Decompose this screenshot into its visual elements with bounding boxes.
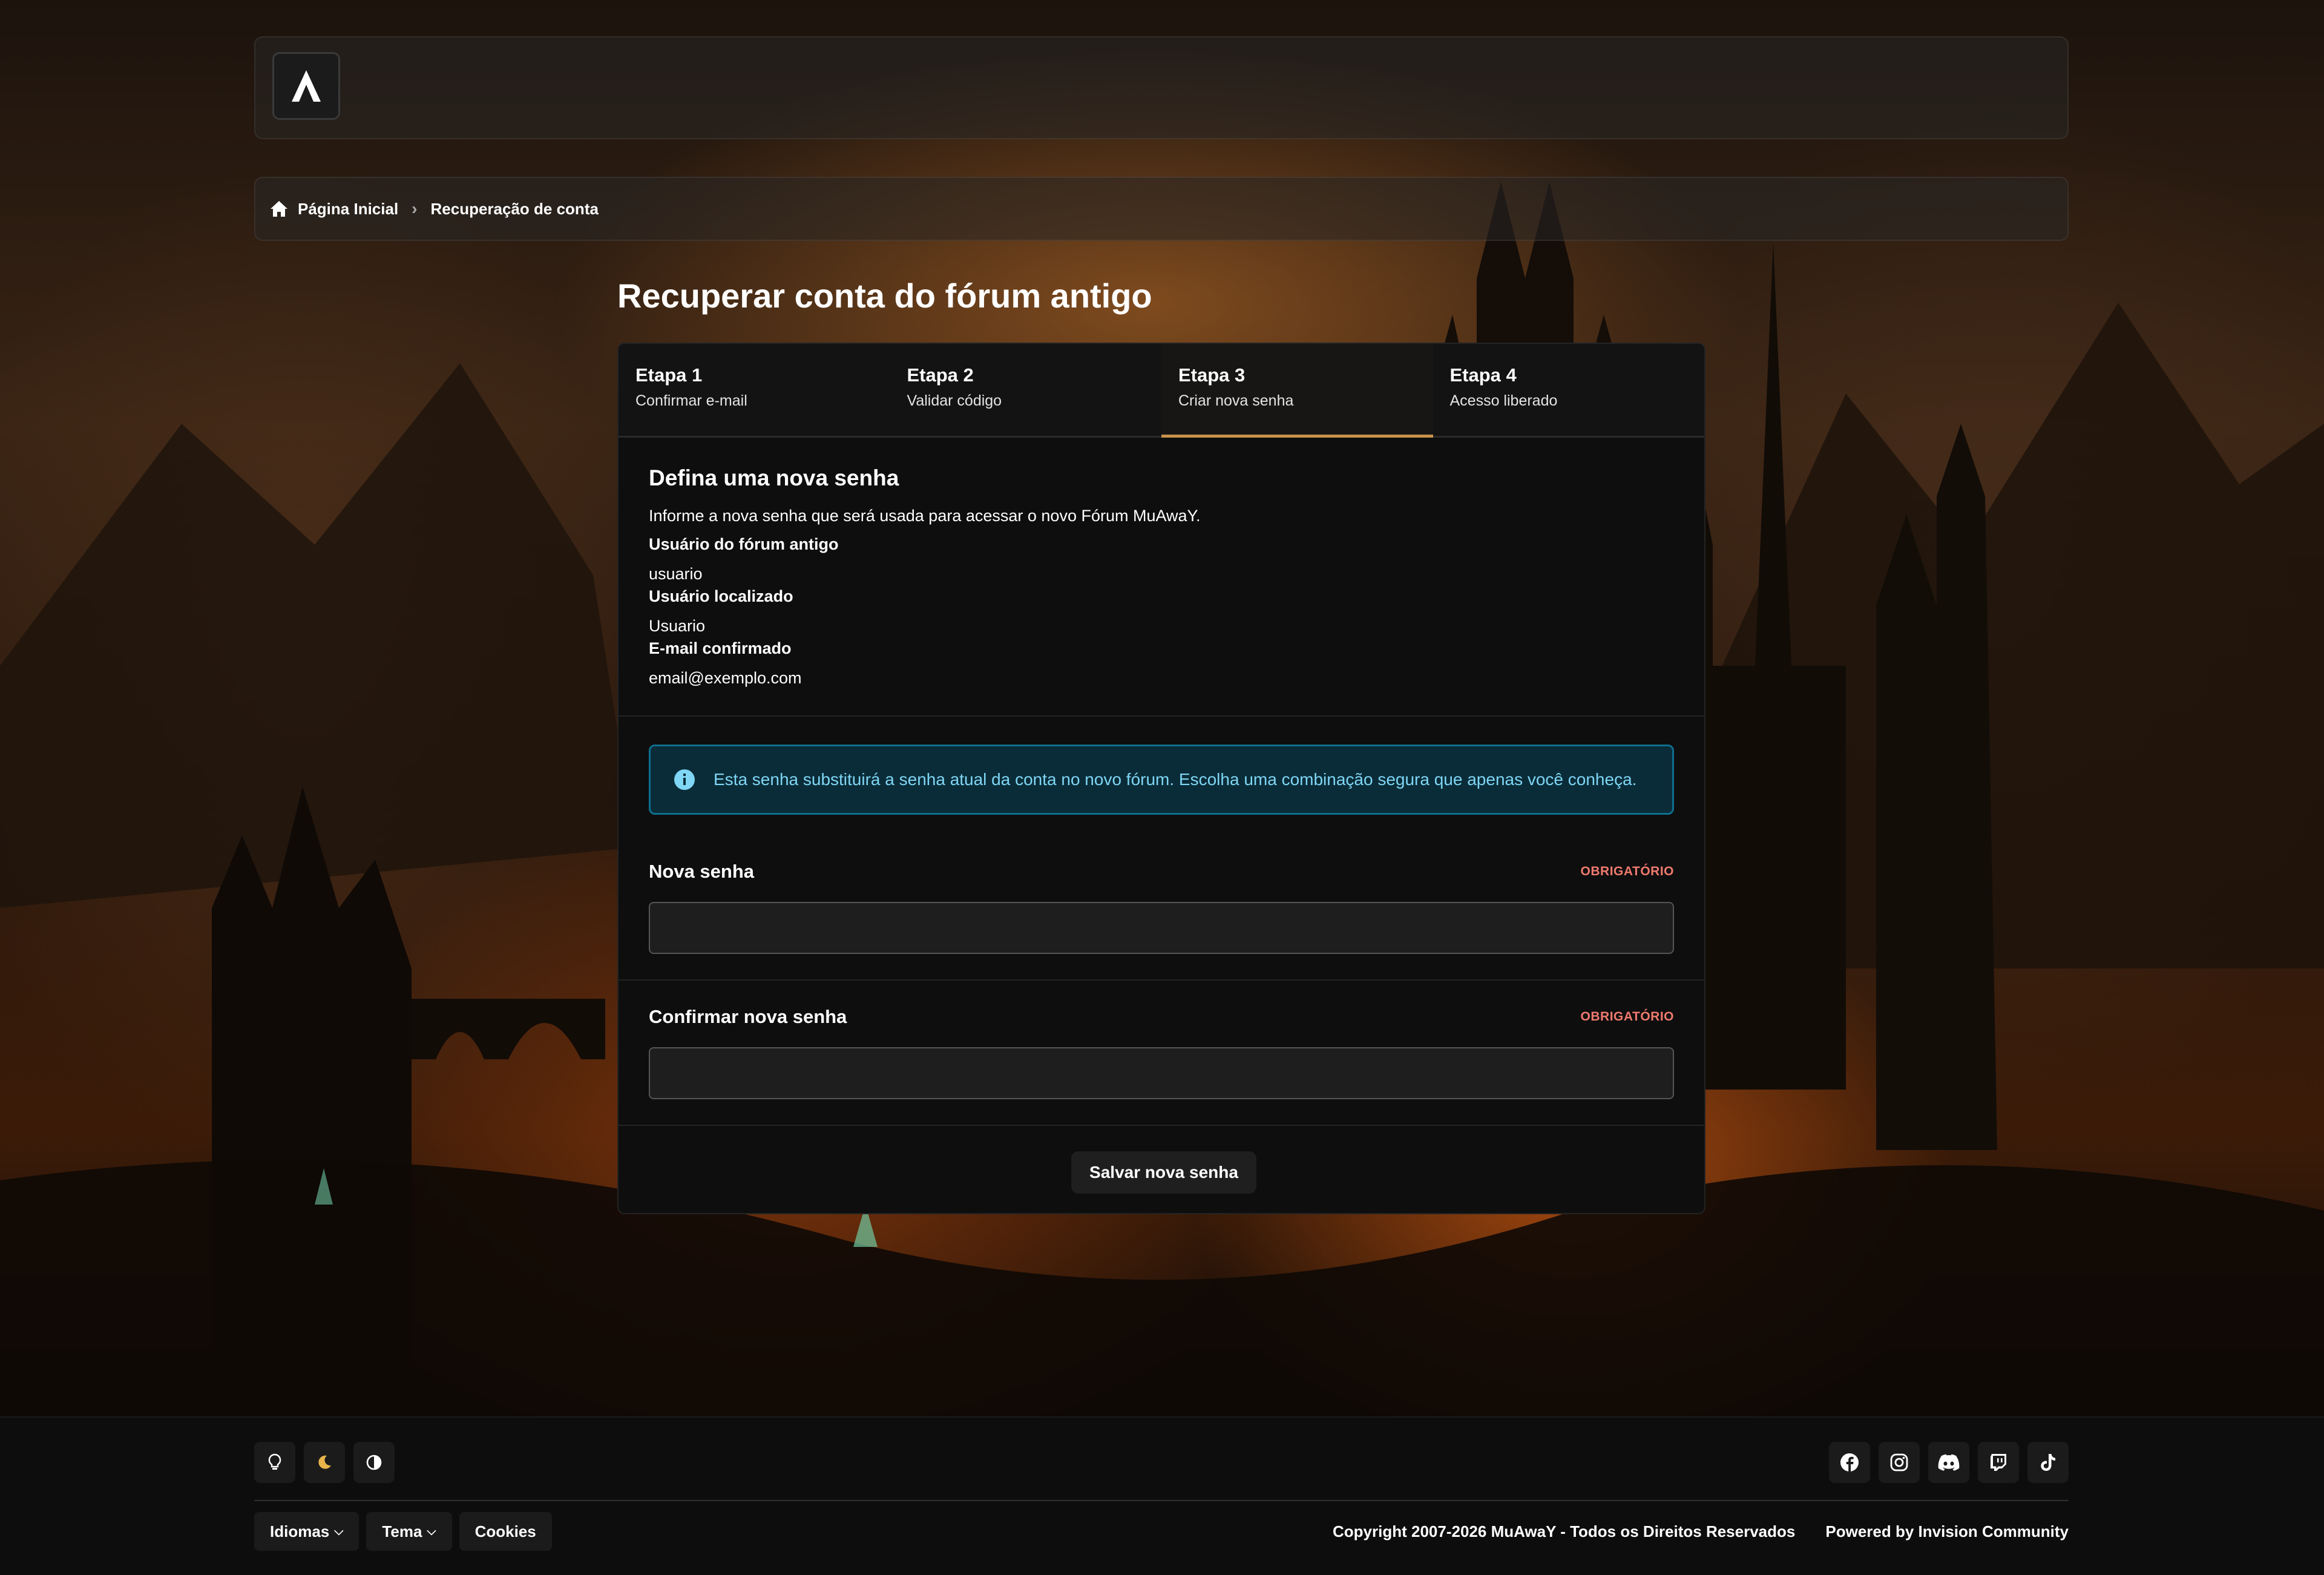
confirm-password-label: Confirmar nova senha (649, 1006, 847, 1027)
confirm-password-input[interactable] (649, 1047, 1674, 1099)
breadcrumb: Página Inicial › Recuperação de conta (254, 177, 2069, 241)
breadcrumb-home-label: Página Inicial (298, 199, 399, 218)
email-label: E-mail confirmado (649, 639, 792, 657)
languages-label: Idiomas (270, 1522, 330, 1540)
confirm-password-row: Confirmar nova senha OBRIGATÓRIO (619, 981, 1704, 1099)
new-password-label: Nova senha (649, 861, 755, 882)
breadcrumb-home-link[interactable]: Página Inicial (270, 200, 398, 219)
divider (619, 715, 1704, 717)
step-number: Etapa 4 (1449, 364, 1517, 386)
found-user-label: Usuário localizado (649, 587, 793, 605)
site-header (254, 36, 2069, 139)
step-tabs: Etapa 1 Confirmar e-mail Etapa 2 Validar… (619, 344, 1704, 438)
required-badge: OBRIGATÓRIO (1580, 864, 1674, 878)
cookies-link[interactable]: Cookies (459, 1512, 552, 1551)
save-password-button[interactable]: Salvar nova senha (1071, 1151, 1256, 1194)
footer-divider (254, 1500, 2069, 1501)
section-heading: Defina uma nova senha (649, 465, 899, 490)
twitch-icon[interactable] (1978, 1442, 2019, 1483)
info-text: Esta senha substituirá a senha atual da … (714, 770, 1637, 789)
step-4: Etapa 4 Acesso liberado (1433, 344, 1705, 436)
old-user-label: Usuário do fórum antigo (649, 535, 839, 553)
theme-menu[interactable]: Tema ⌵ (366, 1512, 452, 1551)
discord-icon[interactable] (1928, 1442, 1969, 1483)
footer-credits: Copyright 2007-2026 MuAwaY - Todos os Di… (1333, 1512, 2069, 1551)
new-password-row: Nova senha OBRIGATÓRIO (619, 815, 1704, 954)
powered-by-link[interactable]: Powered by Invision Community (1825, 1522, 2069, 1541)
lightbulb-icon[interactable] (254, 1442, 295, 1483)
step-number: Etapa 2 (907, 364, 974, 386)
moon-icon[interactable] (304, 1442, 345, 1483)
email-value: email@exemplo.com (649, 669, 802, 687)
site-footer: Idiomas ⌵ Tema ⌵ Cookies Copyright 2007-… (0, 1416, 2324, 1575)
home-icon (271, 201, 287, 217)
intro-text: Informe a nova senha que será usada para… (649, 507, 1201, 525)
breadcrumb-current: Recuperação de conta (430, 199, 599, 218)
divider (619, 1125, 1704, 1126)
recovery-card: Etapa 1 Confirmar e-mail Etapa 2 Validar… (617, 343, 1705, 1214)
contrast-icon[interactable] (353, 1442, 395, 1483)
found-user-value: Usuario (649, 617, 706, 635)
tiktok-icon[interactable] (2027, 1442, 2069, 1483)
step-1: Etapa 1 Confirmar e-mail (619, 344, 890, 436)
site-logo[interactable] (272, 52, 340, 120)
muaway-logo-icon (292, 70, 321, 102)
languages-menu[interactable]: Idiomas ⌵ (254, 1512, 359, 1551)
step-3-active: Etapa 3 Criar nova senha (1161, 344, 1433, 438)
step-label: Validar código (907, 392, 1002, 409)
social-links (1829, 1442, 2069, 1483)
step-number: Etapa 3 (1178, 364, 1246, 386)
copyright-text: Copyright 2007-2026 MuAwaY - Todos os Di… (1333, 1522, 1796, 1540)
theme-switcher (254, 1442, 395, 1483)
step-label: Acesso liberado (1449, 392, 1558, 409)
chevron-right-icon: › (412, 199, 418, 218)
required-badge: OBRIGATÓRIO (1580, 1010, 1674, 1024)
info-icon (674, 769, 695, 791)
info-message: Esta senha substituirá a senha atual da … (649, 745, 1674, 815)
step-label: Criar nova senha (1178, 392, 1294, 409)
step-label: Confirmar e-mail (635, 392, 747, 409)
page-title: Recuperar conta do fórum antigo (617, 277, 1152, 315)
theme-label: Tema (382, 1522, 422, 1540)
chevron-down-icon: ⌵ (427, 1524, 436, 1538)
cookies-label: Cookies (474, 1522, 536, 1540)
step-2: Etapa 2 Validar código (890, 344, 1162, 436)
step-number: Etapa 1 (635, 364, 703, 386)
facebook-icon[interactable] (1829, 1442, 1870, 1483)
old-user-value: usuario (649, 565, 703, 583)
new-password-input[interactable] (649, 902, 1674, 954)
instagram-icon[interactable] (1879, 1442, 1920, 1483)
chevron-down-icon: ⌵ (334, 1524, 344, 1538)
footer-menu: Idiomas ⌵ Tema ⌵ Cookies (254, 1512, 552, 1551)
account-details: Defina uma nova senha Informe a nova sen… (619, 438, 1704, 688)
